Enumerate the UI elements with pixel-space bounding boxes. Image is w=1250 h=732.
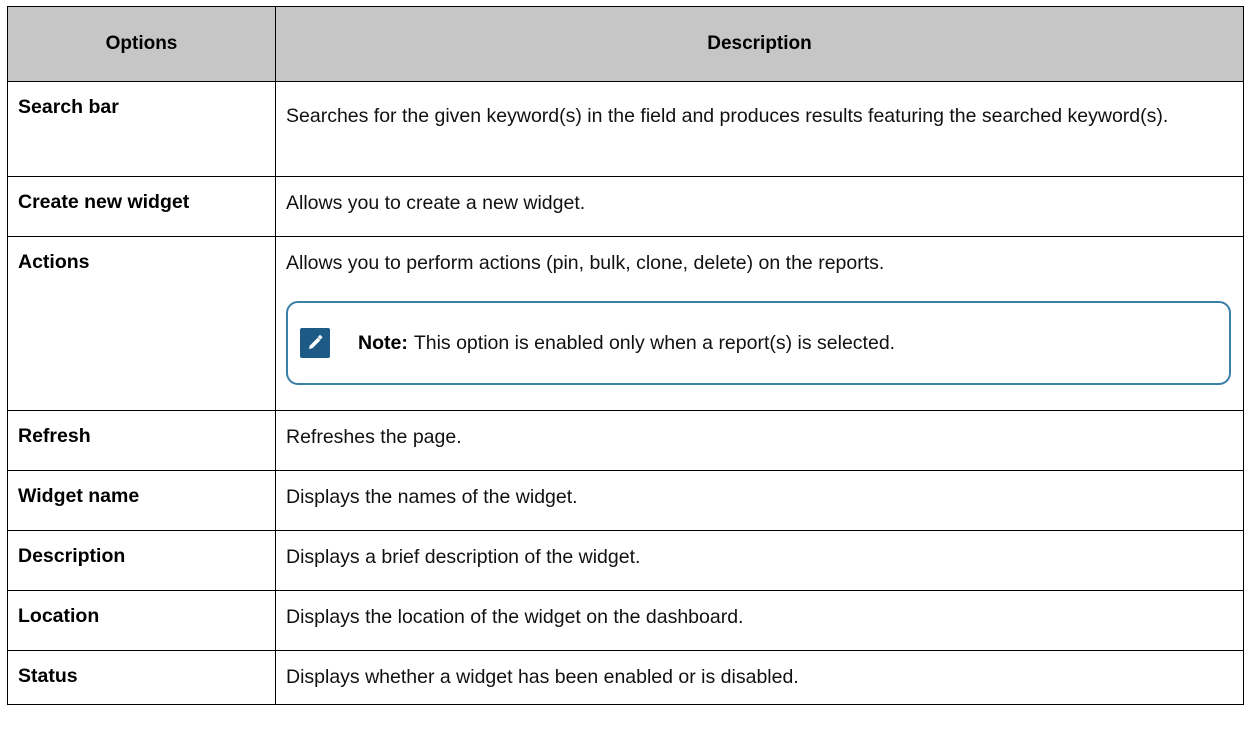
description-text: Allows you to perform actions (pin, bulk… — [286, 252, 885, 274]
option-cell: Refresh — [7, 410, 276, 471]
option-cell: Description — [7, 530, 276, 591]
header-options: Options — [7, 6, 276, 82]
table-row: Refresh Refreshes the page. — [7, 410, 1244, 471]
table-row: Widget name Displays the names of the wi… — [7, 470, 1244, 531]
table-header-row: Options Description — [7, 6, 1244, 82]
note-text: This option is enabled only when a repor… — [413, 332, 896, 354]
table-row: Actions Allows you to perform actions (p… — [7, 236, 1244, 411]
description-cell: Searches for the given keyword(s) in the… — [275, 81, 1244, 177]
option-cell: Widget name — [7, 470, 276, 531]
note-callout: Note: This option is enabled only when a… — [286, 301, 1231, 385]
option-cell: Location — [7, 590, 276, 651]
option-cell: Actions — [7, 236, 276, 411]
table-row: Search bar Searches for the given keywor… — [7, 81, 1244, 177]
description-cell: Allows you to create a new widget. — [275, 176, 1244, 237]
option-cell: Create new widget — [7, 176, 276, 237]
table-row: Location Displays the location of the wi… — [7, 590, 1244, 651]
option-cell: Search bar — [7, 81, 276, 177]
description-cell: Displays the location of the widget on t… — [275, 590, 1244, 651]
description-cell: Displays a brief description of the widg… — [275, 530, 1244, 591]
description-cell: Displays whether a widget has been enabl… — [275, 650, 1244, 705]
options-table: Options Description Search bar Searches … — [7, 6, 1244, 705]
description-cell: Allows you to perform actions (pin, bulk… — [275, 236, 1244, 411]
option-cell: Status — [7, 650, 276, 705]
note-pencil-icon — [300, 328, 330, 358]
table-row: Description Displays a brief description… — [7, 530, 1244, 591]
table-row: Status Displays whether a widget has bee… — [7, 650, 1244, 705]
header-description: Description — [275, 6, 1244, 82]
description-cell: Displays the names of the widget. — [275, 470, 1244, 531]
note-label: Note: — [358, 332, 408, 354]
description-cell: Refreshes the page. — [275, 410, 1244, 471]
table-row: Create new widget Allows you to create a… — [7, 176, 1244, 237]
